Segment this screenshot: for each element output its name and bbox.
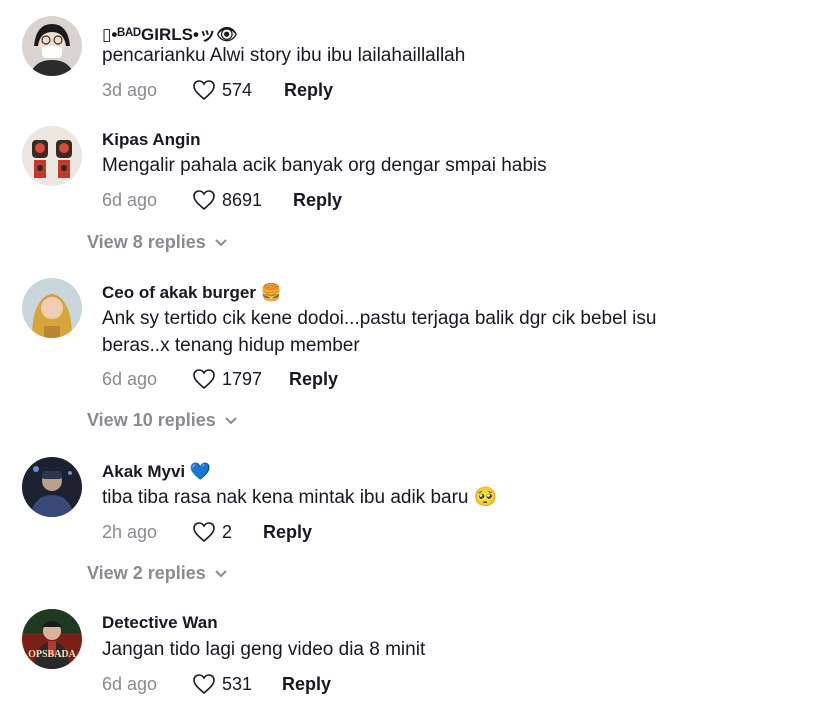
pleading-face-emoji: 🥺 xyxy=(473,487,498,508)
reply-button[interactable]: Reply xyxy=(284,80,333,101)
comment-date: 6d ago xyxy=(102,189,158,210)
burger-emoji: 🍔 xyxy=(260,283,282,302)
comment-date: 6d ago xyxy=(102,673,158,694)
like-button[interactable]: 1797 xyxy=(192,368,289,390)
like-count: 2 xyxy=(222,521,233,542)
blue-heart-emoji: 💙 xyxy=(189,462,212,481)
reply-button[interactable]: Reply xyxy=(289,369,338,390)
reply-button[interactable]: Reply xyxy=(293,190,342,211)
comment-username-text: Akak Myvi xyxy=(102,462,186,481)
chevron-down-icon xyxy=(215,238,227,246)
comment-text-content: tiba tiba rasa nak kena mintak ibu adik … xyxy=(102,487,469,508)
comment-date: 3d ago xyxy=(102,79,158,100)
comment-text: tiba tiba rasa nak kena mintak ibu adik … xyxy=(102,484,742,511)
view-replies-label: View 10 replies xyxy=(87,410,216,430)
comment-text: Mengalir pahala acik banyak org dengar s… xyxy=(102,155,547,176)
heart-outline-icon xyxy=(193,369,215,390)
avatar[interactable] xyxy=(22,16,82,76)
like-count: 574 xyxy=(222,79,253,100)
avatar[interactable]: OPSBADA xyxy=(22,609,82,669)
comment-meta: 6d ago 8691 Reply xyxy=(102,188,342,212)
like-button[interactable]: 8691 xyxy=(192,189,293,211)
like-button[interactable]: 574 xyxy=(192,79,284,101)
chevron-down-icon xyxy=(215,569,227,577)
like-count: 8691 xyxy=(222,189,263,210)
heart-outline-icon xyxy=(193,80,215,101)
like-button[interactable]: 531 xyxy=(192,673,282,695)
comment-meta: 6d ago 1797 Reply xyxy=(102,367,338,391)
comment-text: Jangan tido lagi geng video dia 8 minit xyxy=(102,639,426,660)
reply-button[interactable]: Reply xyxy=(282,674,331,695)
view-replies-label: View 8 replies xyxy=(87,232,206,252)
comment-text: Ank sy tertido cik kene dodoi...pastu te… xyxy=(102,305,742,359)
comment-date: 6d ago xyxy=(102,368,158,389)
comment-text: pencarianku Alwi story ibu ibu lailahail… xyxy=(102,45,466,66)
avatar-text: OPSBADA xyxy=(28,649,77,660)
comment-text-line: beras..x tenang hidup member xyxy=(102,335,360,356)
avatar[interactable] xyxy=(22,457,82,517)
comment-date: 2h ago xyxy=(102,521,158,542)
heart-outline-icon xyxy=(193,674,215,695)
reply-button[interactable]: Reply xyxy=(263,522,312,543)
heart-outline-icon xyxy=(193,522,215,543)
like-count: 1797 xyxy=(222,368,263,389)
comment-meta: 3d ago 574 Reply xyxy=(102,78,333,102)
comment-meta: 2h ago 2 Reply xyxy=(102,520,312,544)
like-count: 531 xyxy=(222,673,253,694)
avatar[interactable] xyxy=(22,278,82,338)
comment-text-line: Ank sy tertido cik kene dodoi...pastu te… xyxy=(102,308,657,329)
comment-username[interactable]: Detective Wan xyxy=(102,613,218,633)
comment-username[interactable]: Kipas Angin xyxy=(102,130,201,150)
view-replies-button[interactable]: View 2 replies xyxy=(87,563,228,584)
comment-username-text: Ceo of akak burger xyxy=(102,283,256,302)
like-button[interactable]: 2 xyxy=(192,521,263,543)
comment-meta: 6d ago 531 Reply xyxy=(102,672,331,696)
view-replies-button[interactable]: View 10 replies xyxy=(87,410,238,431)
comment-username[interactable]: Akak Myvi 💙 xyxy=(102,462,211,482)
comment-username[interactable]: Ceo of akak burger 🍔 xyxy=(102,283,282,303)
heart-outline-icon xyxy=(193,190,215,211)
avatar[interactable] xyxy=(22,126,82,186)
view-replies-button[interactable]: View 8 replies xyxy=(87,232,228,253)
view-replies-label: View 2 replies xyxy=(87,563,206,583)
chevron-down-icon xyxy=(225,416,237,424)
